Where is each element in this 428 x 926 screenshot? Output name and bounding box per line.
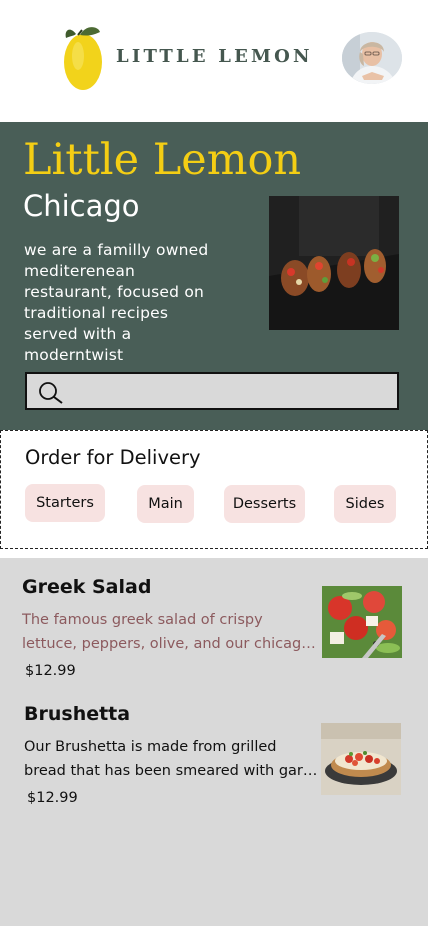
search-icon	[39, 382, 63, 404]
menu-item-price: $12.99	[25, 663, 76, 679]
lemon-icon	[64, 27, 102, 90]
hero-section: Little Lemon Chicago we are a familly ow…	[0, 122, 428, 430]
app-header: LITTLE LEMON	[0, 0, 428, 122]
order-delivery-section: Order for Delivery Starters Main Dessert…	[0, 430, 428, 549]
menu-item-price: $12.99	[27, 790, 78, 806]
logo-wordmark: LITTLE LEMON	[116, 46, 313, 67]
category-desserts-button[interactable]: Desserts	[224, 485, 305, 523]
profile-avatar[interactable]	[342, 32, 402, 84]
restaurant-description: we are a familly owned mediterenean rest…	[24, 241, 209, 364]
little-lemon-logo[interactable]: LITTLE LEMON	[62, 24, 310, 94]
user-avatar-icon	[342, 32, 402, 84]
category-starters-button[interactable]: Starters	[25, 484, 105, 522]
menu-item-description: Our Brushetta is made from grilled bread…	[24, 739, 319, 779]
category-sides-button[interactable]: Sides	[334, 485, 396, 523]
restaurant-city: Chicago	[23, 189, 140, 223]
hero-food-image	[269, 196, 399, 330]
search-bar[interactable]	[25, 372, 399, 410]
delivery-title: Order for Delivery	[25, 446, 201, 469]
menu-item-name[interactable]: Greek Salad	[22, 576, 151, 598]
category-main-button[interactable]: Main	[137, 485, 194, 523]
greek-salad-image[interactable]	[322, 586, 402, 658]
menu-list: Greek Salad The famous greek salad of cr…	[0, 558, 428, 926]
search-input[interactable]	[71, 378, 391, 406]
menu-item-description: The famous greek salad of crispy lettuce…	[22, 612, 311, 652]
brushetta-image[interactable]	[321, 723, 401, 795]
restaurant-title: Little Lemon	[23, 135, 302, 185]
menu-item-name[interactable]: Brushetta	[24, 703, 130, 725]
